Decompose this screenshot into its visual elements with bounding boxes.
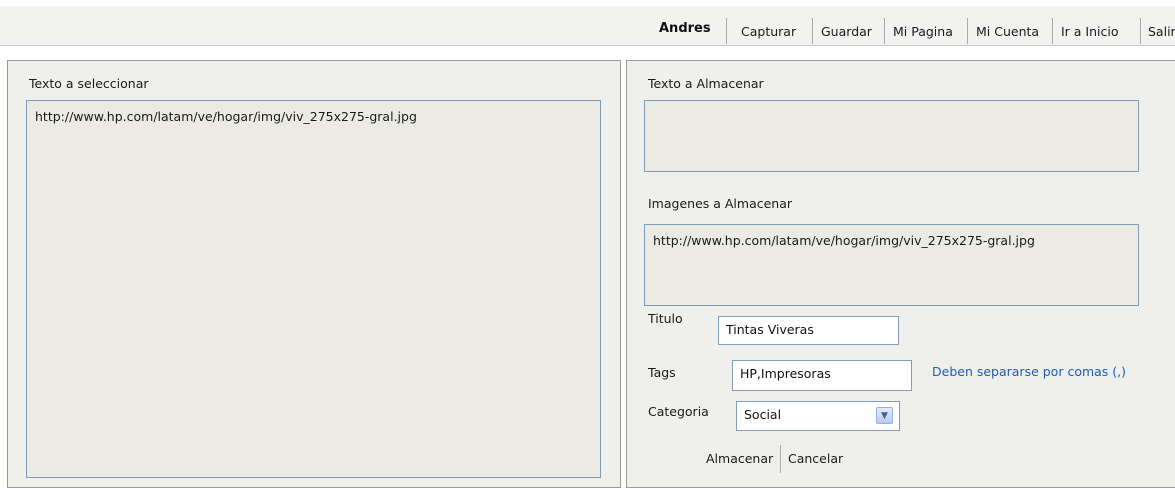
almacenar-button[interactable]: Almacenar <box>706 451 773 466</box>
tags-hint: Deben separarse por comas (,) <box>932 364 1127 379</box>
top-navigation-bar: Andres Capturar Guardar Mi Pagina Mi Cue… <box>0 0 1175 46</box>
imagenes-a-almacenar-area[interactable]: http://www.hp.com/latam/ve/hogar/img/viv… <box>644 224 1139 306</box>
titulo-label: Titulo <box>648 311 683 326</box>
cancelar-button[interactable]: Cancelar <box>788 451 843 466</box>
nav-mi-pagina[interactable]: Mi Pagina <box>893 24 953 39</box>
texto-a-seleccionar-label: Texto a seleccionar <box>29 76 149 91</box>
nav-divider <box>726 18 727 44</box>
right-panel: Texto a Almacenar Imagenes a Almacenar h… <box>626 60 1175 488</box>
categoria-selected-value: Social <box>744 407 782 422</box>
nav-mi-cuenta[interactable]: Mi Cuenta <box>976 24 1039 39</box>
categoria-select[interactable]: Social ▼ <box>736 401 900 431</box>
left-panel: Texto a seleccionar http://www.hp.com/la… <box>7 60 621 488</box>
categoria-label: Categoria <box>648 404 709 419</box>
action-divider <box>780 445 781 473</box>
texto-a-almacenar-label: Texto a Almacenar <box>648 76 764 91</box>
nav-divider <box>967 18 968 44</box>
nav-ir-a-inicio[interactable]: Ir a Inicio <box>1061 24 1119 39</box>
texto-a-seleccionar-area[interactable]: http://www.hp.com/latam/ve/hogar/img/viv… <box>26 100 601 478</box>
texto-a-almacenar-area[interactable] <box>644 100 1139 172</box>
imagenes-a-almacenar-label: Imagenes a Almacenar <box>648 196 793 211</box>
nav-divider <box>1052 18 1053 44</box>
nav-salir[interactable]: Salir <box>1148 24 1175 39</box>
chevron-down-icon[interactable]: ▼ <box>876 407 893 424</box>
username: Andres <box>659 21 711 36</box>
tags-input[interactable]: HP,Impresoras <box>732 360 912 391</box>
tags-label: Tags <box>648 365 676 380</box>
nav-guardar[interactable]: Guardar <box>821 24 872 39</box>
nav-divider <box>812 18 813 44</box>
nav-capturar[interactable]: Capturar <box>741 24 796 39</box>
nav-divider <box>1140 18 1141 44</box>
titulo-input[interactable]: Tintas Viveras <box>718 316 899 345</box>
nav-divider <box>884 18 885 44</box>
